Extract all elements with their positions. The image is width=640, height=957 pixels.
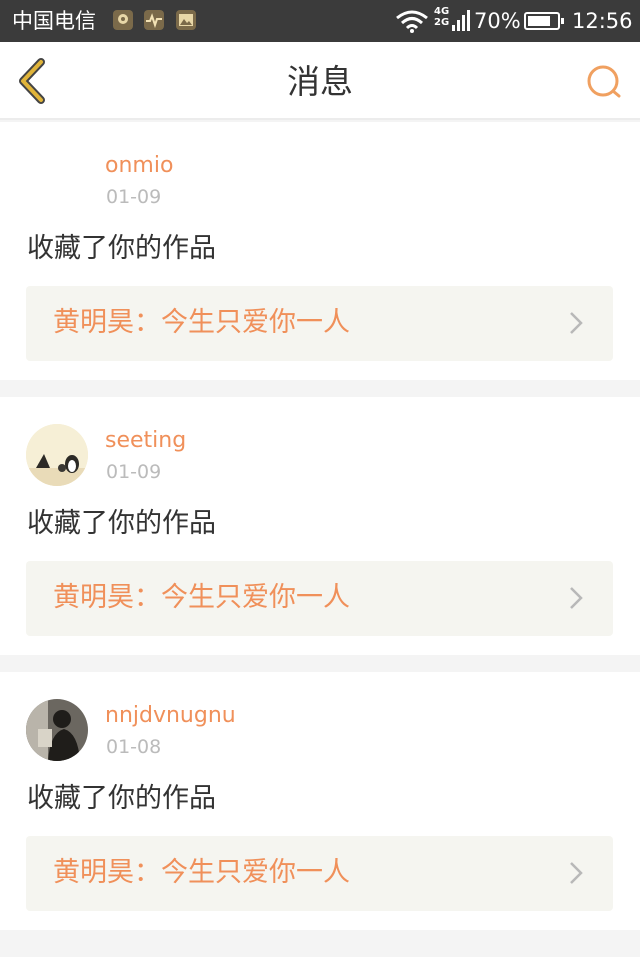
- work-link[interactable]: 黄明昊：今生只爱你一人: [26, 286, 613, 361]
- message-date: 01-09: [106, 186, 162, 208]
- message-card: nnjdvnugnu 01-08 收藏了你的作品 黄明昊：今生只爱你一人: [0, 672, 640, 930]
- work-link[interactable]: 黄明昊：今生只爱你一人: [26, 836, 613, 911]
- username[interactable]: onmio: [105, 152, 173, 180]
- work-link[interactable]: 黄明昊：今生只爱你一人: [26, 561, 613, 636]
- message-card: onmio 01-09 收藏了你的作品 黄明昊：今生只爱你一人: [0, 122, 640, 380]
- message-date: 01-09: [106, 461, 162, 483]
- wifi-icon: [395, 9, 429, 37]
- chevron-right-icon: [570, 862, 583, 884]
- chevron-right-icon: [570, 587, 583, 609]
- chevron-right-icon: [570, 312, 583, 334]
- work-title: 黄明昊：今生只爱你一人: [53, 307, 350, 338]
- carrier-name: 中国电信: [12, 9, 96, 33]
- clock: 12:56: [572, 9, 633, 33]
- work-title: 黄明昊：今生只爱你一人: [53, 582, 350, 613]
- health-notification-icon: [144, 10, 164, 30]
- work-title: 黄明昊：今生只爱你一人: [53, 857, 350, 888]
- message-action: 收藏了你的作品: [27, 783, 216, 814]
- battery-percent: 70%: [474, 9, 521, 33]
- message-action: 收藏了你的作品: [27, 508, 216, 539]
- status-bar: 中国电信 4G 2G 70% 12:56: [0, 0, 640, 42]
- signal-icon: [452, 9, 470, 37]
- username[interactable]: seeting: [105, 427, 186, 455]
- search-button[interactable]: [584, 62, 624, 102]
- search-icon: [587, 65, 621, 98]
- network-type: 4G 2G: [434, 6, 450, 28]
- message-card: seeting 01-09 收藏了你的作品 黄明昊：今生只爱你一人: [0, 397, 640, 655]
- avatar[interactable]: [26, 699, 88, 761]
- gallery-notification-icon: [176, 10, 196, 30]
- avatar[interactable]: [26, 149, 88, 211]
- location-notification-icon: [113, 10, 133, 30]
- battery-icon: [524, 12, 564, 30]
- header-bar: 消息: [0, 42, 640, 120]
- page-title: 消息: [287, 62, 353, 101]
- message-date: 01-08: [106, 736, 162, 758]
- avatar[interactable]: [26, 424, 88, 486]
- message-action: 收藏了你的作品: [27, 233, 216, 264]
- username[interactable]: nnjdvnugnu: [105, 702, 236, 730]
